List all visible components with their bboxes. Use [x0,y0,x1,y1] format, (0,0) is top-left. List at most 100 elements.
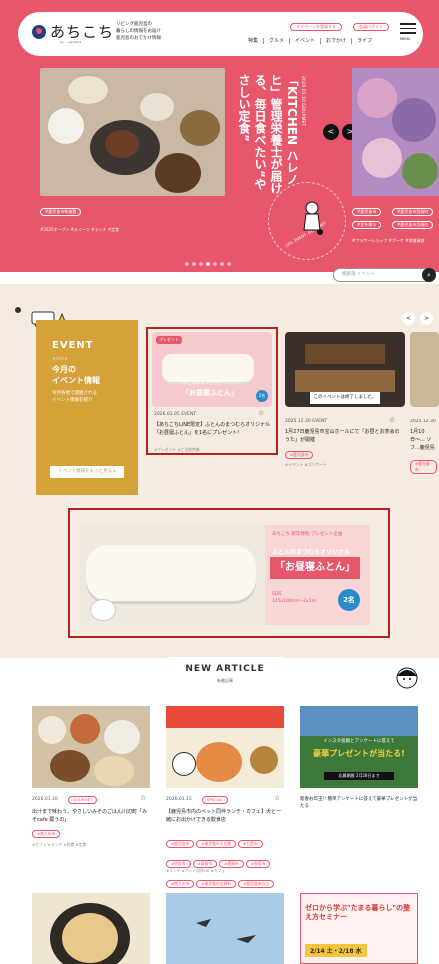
hamburger-icon [400,23,416,25]
article-image-ramen[interactable] [32,893,150,964]
event-description: 今月各地で開催される イベント情報を紹介 [52,391,97,403]
banner-count: 2名 [338,589,360,611]
article-category[interactable]: GOURMET [68,796,98,804]
card-overlay-line2: 「お昼寝ふとん」 [182,389,238,397]
carousel-dot[interactable] [220,262,224,266]
article-tags: #ランチ #ペット同伴OK #カフェ [166,868,226,873]
event-card-pill[interactable]: #鹿児島市 [285,451,314,459]
article-pill[interactable]: #指宿市 [245,860,271,868]
article-pill[interactable]: #日置市 [238,840,263,848]
event-title: EVENT [52,340,94,351]
carousel-dot[interactable] [199,262,203,266]
article-title[interactable]: 出汁まで味わう、やさしいみそのごはん川辺町「みそcafe 蔵うの」 [32,808,150,824]
event-subtitle: イベント [52,356,68,361]
new-article-title: NEW ARTICLE [185,664,265,674]
favorite-star-icon[interactable]: ☆ [274,794,280,802]
nav-item-special[interactable]: 特集 [243,38,265,44]
hero-right-tag-3[interactable]: #花を贈る [352,221,382,229]
search-input[interactable]: 検索語 イベント [333,268,436,282]
seminar-title: ゼロから学ぶ"たまる暮らし"の整え方セミナー [305,904,411,921]
hero-date: 2026.01.10 GOURMET [300,76,305,127]
favorite-star-icon[interactable]: ☆ [389,416,395,424]
logo-icon[interactable] [32,25,46,39]
hero-small-tags: #2025オープン #スイーツ #ランチ #定食 [40,227,120,232]
event-card-date: 2026.01.05 EVENT [154,412,197,417]
event-more-button[interactable]: イベント情報をもっと見る ▸ [50,466,124,478]
article-pill[interactable]: #南九州市 [166,880,195,888]
carousel-dot-active[interactable] [206,262,210,266]
new-article-subtitle: 新着記事 [217,678,233,683]
favorite-star-icon[interactable]: ☆ [258,409,264,417]
carousel-dots [185,262,231,266]
event-card-tags: #イベント #コンサート [285,462,327,467]
event-prev-button[interactable]: < [402,312,415,325]
character-illustration-icon [392,664,422,694]
nav-item-outing[interactable]: おでかけ [321,38,353,44]
hero-right-small-tags: #フラワーショップ #ブーケ #地域貢献 [352,238,425,243]
event-card-image[interactable]: このイベントは終了しました。 [285,332,405,407]
event-card-image[interactable] [410,332,439,407]
menu-label: MENU [400,37,411,41]
main-nav: 特集 グルメ イベント おでかけ ライフ [243,38,393,44]
event-card-title[interactable]: 【あちこちLINE限定】ふとんのまつむらオリジナル「お昼寝ふとん」を1名にプレゼ… [154,421,274,437]
login-button[interactable]: 会員ログイン [353,23,389,31]
article-image[interactable] [166,706,284,788]
favorite-star-icon[interactable]: ☆ [140,794,146,802]
article-pill[interactable]: #鹿児島市谷山 [238,880,275,888]
search-icon[interactable]: ⌕ [422,268,436,282]
event-card-title[interactable]: 1月27日鹿児島市宝山ホールにて「お昼とお茶会のうた」が開催 [285,428,400,444]
article-title[interactable]: 【鹿児島市内のペット同伴ランチ・カフェ】犬と一緒にお出かけできる飲食店 [166,808,284,824]
article-image-seminar[interactable]: ゼロから学ぶ"たまる暮らし"の整え方セミナー 2/14 土・2/18 水 [300,893,418,964]
hero-right-tag-1[interactable]: #鹿児島市 [352,208,382,216]
article-date: 2026.01.15 [166,797,192,802]
article-category[interactable]: SPECIAL [202,796,228,804]
ended-overlay: このイベントは終了しました。 [310,392,380,404]
menu-button[interactable]: MENU [400,23,416,45]
present-banner[interactable]: あちこち 新年特別 プレゼント企画 ふとんのまつむらオリジナル 「お昼寝ふとん」… [80,525,370,625]
hero-slide-next-image[interactable] [352,68,439,196]
article-image-text3: 応募期間 2月28日まで [324,772,394,780]
site-logo[interactable]: あちこち [50,21,114,42]
event-card-image[interactable]: プレゼント ふとんのまつむらオリジナル 「お昼寝ふとん」 2名 [152,332,272,407]
article-image-text1: インスタ投稿とアンケートに答えて [323,739,395,744]
article-pills: #鹿児島市 #鹿児島市天文館 #日置市#姶良市 #霧島市 #鹿屋市 #指宿市#南九州市 #鹿… [166,830,286,890]
article-pill[interactable]: #霧島市 [192,860,218,868]
banner-line1: ふとんのまつむらオリジナル [272,549,351,556]
article-pill[interactable]: #姶良市 [166,860,191,868]
article-pill[interactable]: #鹿児島市吉野町 [196,880,237,888]
carousel-dot[interactable] [192,262,196,266]
event-card-date: 2025.12.30 [410,419,436,424]
nav-item-life[interactable]: ライフ [352,38,377,44]
article-pill[interactable]: #南九州市 [32,830,61,838]
nav-item-gourmet[interactable]: グルメ [264,38,291,44]
hero-right-tag-2[interactable]: #鹿児島市呉服町 [392,208,434,216]
banner-badge: あちこち 新年特別 プレゼント企画 [272,532,343,537]
site-tagline: リビング鹿児島の 暮らしの情報をお届け 鹿児島のおでかけ情報 [116,22,161,41]
article-pill[interactable]: #鹿児島市 [166,840,195,848]
card-overlay-line1: ふとんのまつむらオリジナル [182,381,241,386]
brand-tag-icon [90,599,116,621]
article-title[interactable]: 新春お年玉!! 簡単アンケートに答えて豪華プレゼントが当たる [300,796,418,810]
carousel-dot[interactable] [185,262,189,266]
carousel-dot[interactable] [213,262,217,266]
event-card-pill[interactable]: #鹿児島市 [410,460,437,474]
banner-line2: 「お昼寝ふとん」 [270,557,360,579]
hero-right-tag-4[interactable]: #鹿児島市呉服町 [392,221,434,229]
article-image[interactable] [32,706,150,788]
article-image[interactable]: インスタ投稿とアンケートに答えて 豪華プレゼントが当たる! 応募期間 2月28日… [300,706,418,788]
carousel-prev-button[interactable]: < [323,124,339,140]
hero-headline[interactable]: 「KITCHEN ハレノヒ」管理栄養士が届ける、毎日食べたい“やさしい定食” [237,74,300,194]
hero-tag[interactable]: #鹿児島市新屋敷 [40,208,82,216]
article-pill[interactable]: #鹿児島市天文館 [196,840,237,848]
register-button[interactable]: マイページを登録する [290,23,342,31]
hero-slide-image[interactable] [40,68,225,196]
event-card-date: 2025.12.30 EVENT [285,419,328,424]
event-card-title[interactable]: 1月10日〜... ソフ...鹿児島 「ラ... [410,428,439,452]
article-image-sky[interactable] [166,893,284,964]
girl-illustration-icon [300,200,324,236]
article-pill[interactable]: #鹿屋市 [219,860,244,868]
article-date: 2026.01.10 [32,797,58,802]
nav-item-event[interactable]: イベント [290,38,322,44]
event-next-button[interactable]: > [420,312,433,325]
carousel-dot[interactable] [227,262,231,266]
